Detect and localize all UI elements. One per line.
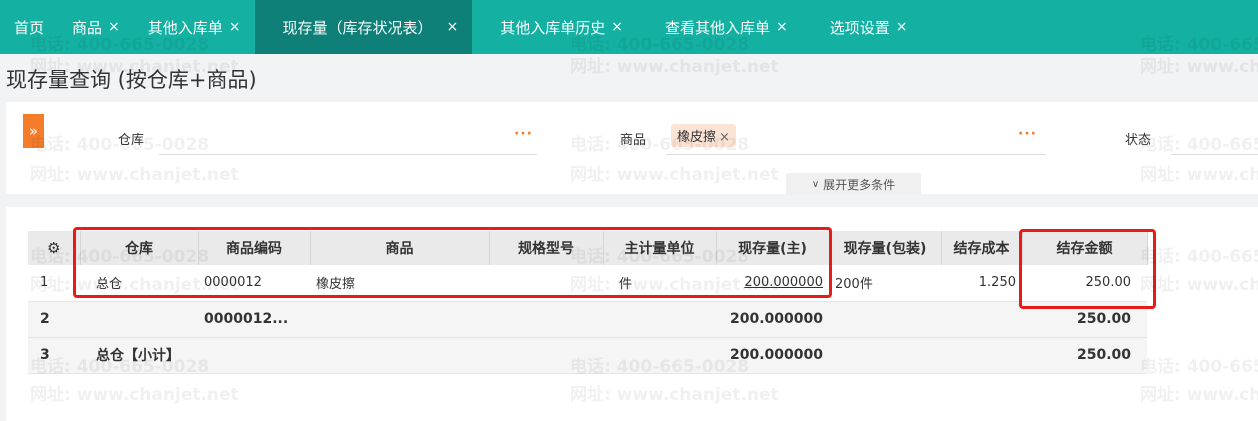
tab-home[interactable]: 首页 [0, 0, 58, 54]
tab-label: 商品 [72, 18, 103, 37]
chevron-down-icon: ∨ [811, 178, 820, 190]
cell-cost: 1.250 [941, 265, 1022, 302]
cell-qty-pack: 200件 [829, 265, 941, 302]
row-index: 2 [28, 301, 80, 338]
tab-label: 其他入库单 [147, 18, 223, 37]
page-title: 现存量查询 (按仓库+商品) [6, 68, 257, 92]
tab-bar: 首页 商品 × 其他入库单 × 现存量（库存状况表） × 其他入库单历史 × 查看其他入… [0, 0, 1258, 54]
cell-spec [489, 337, 603, 374]
tab-label: 选项设置 [829, 18, 890, 37]
product-input[interactable] [666, 154, 1046, 155]
row-index: 3 [28, 337, 80, 374]
table-row[interactable]: 3 总仓【小计】 200.000000 250.00 [28, 337, 1147, 374]
close-icon[interactable]: × [611, 19, 623, 35]
status-label: 状态 [1125, 133, 1152, 148]
col-cost[interactable]: 结存成本 [941, 231, 1023, 265]
cell-code: 0000012... [198, 301, 310, 338]
warehouse-label: 仓库 [118, 133, 145, 148]
tab-options[interactable]: 选项设置 × [802, 0, 922, 54]
tab-label: 查看其他入库单 [665, 18, 771, 37]
tab-other-inbound[interactable]: 其他入库单 × [134, 0, 255, 54]
tab-stock-status[interactable]: 现存量（库存状况表） × [254, 0, 473, 54]
cell-spec [489, 301, 603, 338]
cell-amount: 250.00 [1022, 337, 1147, 374]
watermark-site: 网址: www.chanjet.net [570, 57, 779, 77]
cell-cost [941, 301, 1022, 338]
status-input[interactable] [1171, 154, 1258, 155]
filter-panel: » 仓库 ··· 商品 橡皮擦 × ··· 状态 ∨ 展开更多条件 [6, 102, 1258, 195]
warehouse-input[interactable] [159, 154, 537, 155]
cell-warehouse [80, 301, 198, 338]
cell-cost [941, 337, 1022, 374]
tab-other-inbound-history[interactable]: 其他入库单历史 × [472, 0, 637, 54]
close-icon[interactable]: × [896, 19, 908, 35]
product-tag-label: 橡皮擦 [677, 130, 717, 145]
expand-sidebar-button[interactable]: » [23, 114, 44, 148]
cell-qty-main: 200.000000 [716, 337, 829, 374]
cell-qty-pack [829, 337, 941, 374]
tab-label: 现存量（库存状况表） [282, 18, 433, 37]
cell-product [310, 337, 489, 374]
tab-label: 其他入库单历史 [500, 18, 606, 37]
highlight-box-left [73, 227, 832, 298]
product-picker-icon[interactable]: ··· [1018, 126, 1037, 142]
product-tag: 橡皮擦 × [671, 124, 736, 147]
highlight-box-amount [1019, 229, 1156, 309]
cell-warehouse: 总仓【小计】 [80, 337, 198, 374]
more-conditions-button[interactable]: ∨ 展开更多条件 [786, 173, 921, 195]
tab-view-other-inbound[interactable]: 查看其他入库单 × [637, 0, 802, 54]
cell-product [310, 301, 489, 338]
col-qty-pack[interactable]: 现存量(包装) [829, 231, 942, 265]
cell-unit [603, 337, 716, 374]
close-icon[interactable]: × [447, 19, 459, 35]
close-icon[interactable]: × [776, 19, 788, 35]
close-icon[interactable]: × [108, 19, 120, 35]
cell-code [198, 337, 310, 374]
cell-unit [603, 301, 716, 338]
watermark-site: 网址: www.chanjet.net [1140, 57, 1258, 77]
tab-products[interactable]: 商品 × [58, 0, 134, 54]
close-icon[interactable]: × [229, 19, 241, 35]
more-conditions-label: 展开更多条件 [823, 177, 896, 192]
cell-qty-main: 200.000000 [716, 301, 829, 338]
warehouse-picker-icon[interactable]: ··· [514, 126, 533, 142]
product-label: 商品 [620, 133, 647, 148]
table-row[interactable]: 2 0000012... 200.000000 250.00 [28, 301, 1147, 338]
tab-label: 首页 [14, 18, 45, 37]
remove-tag-icon[interactable]: × [719, 130, 730, 145]
cell-qty-pack [829, 301, 941, 338]
